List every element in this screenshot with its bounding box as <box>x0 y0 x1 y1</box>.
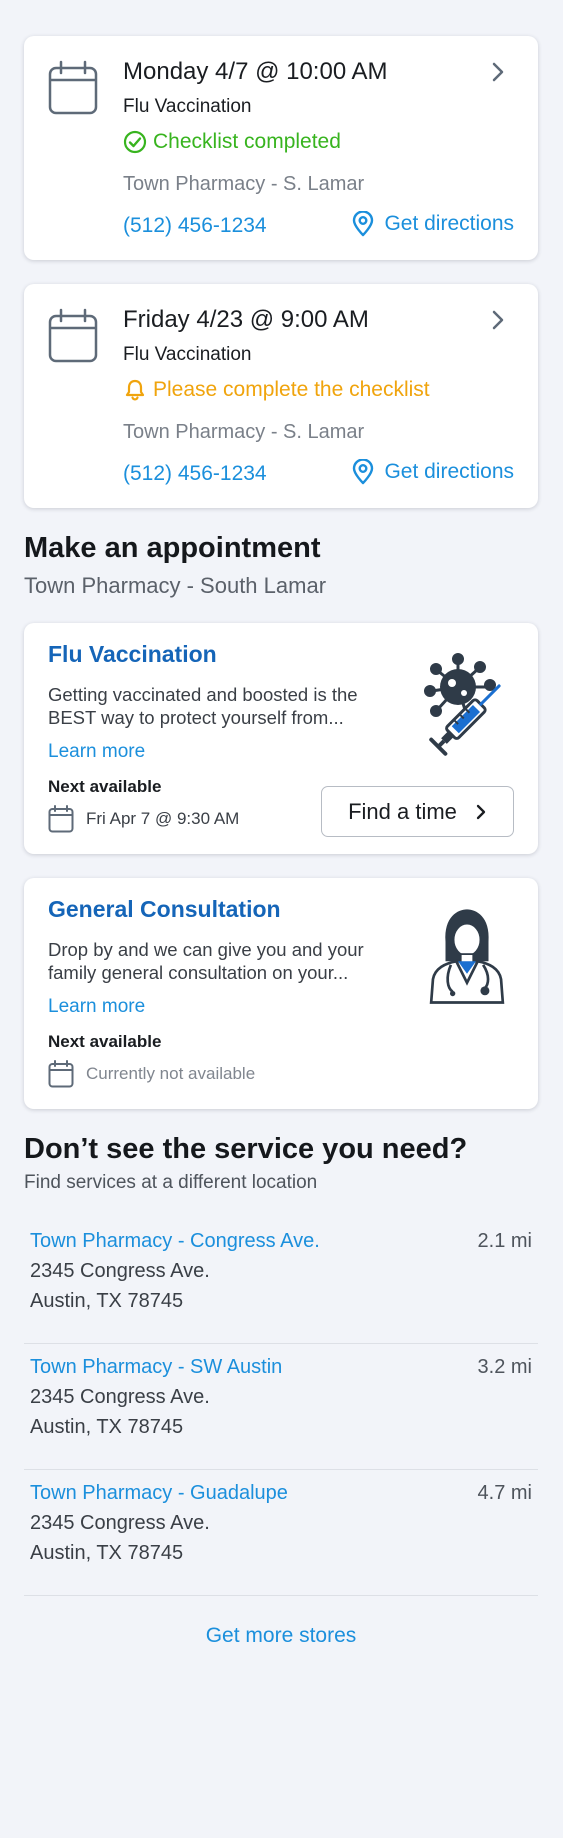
chevron-right-icon[interactable] <box>488 308 508 332</box>
store-address-line1: 2345 Congress Ave. <box>30 1260 210 1282</box>
store-list-item[interactable]: Town Pharmacy - SW Austin 3.2 mi 2345 Co… <box>24 1344 538 1470</box>
store-address-line2: Austin, TX 78745 <box>30 1290 184 1312</box>
store-list-item[interactable]: Town Pharmacy - Congress Ave. 2.1 mi 234… <box>24 1218 538 1344</box>
store-address-line1: 2345 Congress Ave. <box>30 1512 210 1534</box>
check-circle-icon <box>123 130 147 154</box>
doctor-icon <box>429 909 505 1004</box>
chevron-right-icon <box>476 804 486 819</box>
learn-more-link[interactable]: Learn more <box>48 741 145 763</box>
service-name: General Consultation <box>48 896 281 922</box>
next-available-label: Next available <box>48 1032 162 1051</box>
virus-syringe-icon <box>424 653 501 756</box>
section-title: Don’t see the service you need? <box>24 1133 468 1165</box>
appointment-card[interactable]: Friday 4/23 @ 9:00 AM Flu Vaccination Pl… <box>24 284 538 508</box>
store-address-line1: 2345 Congress Ave. <box>30 1386 210 1408</box>
appointment-datetime: Friday 4/23 @ 9:00 AM <box>123 306 369 333</box>
chevron-right-icon[interactable] <box>488 60 508 84</box>
service-name: Flu Vaccination <box>48 641 217 667</box>
section-title: Make an appointment <box>24 532 321 564</box>
next-available-label: Next available <box>48 777 162 796</box>
service-card: General Consultation Drop by and we can … <box>24 878 538 1109</box>
map-pin-icon <box>353 459 374 485</box>
calendar-icon <box>48 308 98 363</box>
checklist-status-text: Please complete the checklist <box>153 378 430 401</box>
service-description: Getting vaccinated and boosted is the BE… <box>48 684 358 728</box>
checklist-status[interactable]: Please complete the checklist <box>123 378 430 402</box>
find-a-time-button[interactable]: Find a time <box>321 786 514 837</box>
get-more-stores-link[interactable]: Get more stores <box>24 1624 538 1648</box>
find-a-time-label: Find a time <box>348 798 457 824</box>
appointment-datetime: Monday 4/7 @ 10:00 AM <box>123 58 388 85</box>
calendar-icon <box>48 60 98 115</box>
get-directions-link[interactable]: Get directions <box>352 211 514 237</box>
store-address-line2: Austin, TX 78745 <box>30 1416 184 1438</box>
service-description: Drop by and we can give you and your fam… <box>48 939 364 983</box>
store-distance: 3.2 mi <box>477 1356 532 1378</box>
store-list-item[interactable]: Town Pharmacy - Guadalupe 4.7 mi 2345 Co… <box>24 1470 538 1596</box>
store-address-line2: Austin, TX 78745 <box>30 1542 184 1564</box>
store-distance: 4.7 mi <box>477 1482 532 1504</box>
next-available-text: Currently not available <box>86 1064 256 1083</box>
appointment-service: Flu Vaccination <box>123 96 252 117</box>
store-distance: 2.1 mi <box>477 1230 532 1252</box>
get-directions-link[interactable]: Get directions <box>352 459 514 485</box>
store-name-link[interactable]: Town Pharmacy - Congress Ave. <box>30 1230 320 1253</box>
phone-link[interactable]: (512) 456-1234 <box>123 214 267 238</box>
appointment-location: Town Pharmacy - S. Lamar <box>123 421 365 443</box>
calendar-icon <box>48 1060 74 1088</box>
section-subtitle: Find services at a different location <box>24 1172 318 1193</box>
store-list: Town Pharmacy - Congress Ave. 2.1 mi 234… <box>24 1218 538 1596</box>
checklist-status: Checklist completed <box>123 130 341 154</box>
page-content: Monday 4/7 @ 10:00 AM Flu Vaccination Ch… <box>24 36 538 1648</box>
store-name-link[interactable]: Town Pharmacy - SW Austin <box>30 1356 282 1379</box>
next-available-value: Currently not available <box>48 1060 255 1088</box>
map-pin-icon <box>353 211 374 237</box>
phone-link[interactable]: (512) 456-1234 <box>123 462 267 486</box>
learn-more-link[interactable]: Learn more <box>48 996 145 1018</box>
next-available-text: Fri Apr 7 @ 9:30 AM <box>86 809 240 828</box>
service-card: Flu Vaccination Getting vaccinated and b… <box>24 623 538 854</box>
next-available-value: Fri Apr 7 @ 9:30 AM <box>48 805 239 833</box>
checklist-status-text: Checklist completed <box>153 130 341 153</box>
calendar-icon <box>48 805 74 833</box>
store-name-link[interactable]: Town Pharmacy - Guadalupe <box>30 1482 288 1505</box>
appointment-location: Town Pharmacy - S. Lamar <box>123 173 365 195</box>
get-directions-label: Get directions <box>384 212 514 235</box>
get-directions-label: Get directions <box>384 460 514 483</box>
bell-icon <box>125 379 145 401</box>
section-subtitle: Town Pharmacy - South Lamar <box>24 573 327 598</box>
appointment-service: Flu Vaccination <box>123 344 252 365</box>
appointment-card[interactable]: Monday 4/7 @ 10:00 AM Flu Vaccination Ch… <box>24 36 538 260</box>
